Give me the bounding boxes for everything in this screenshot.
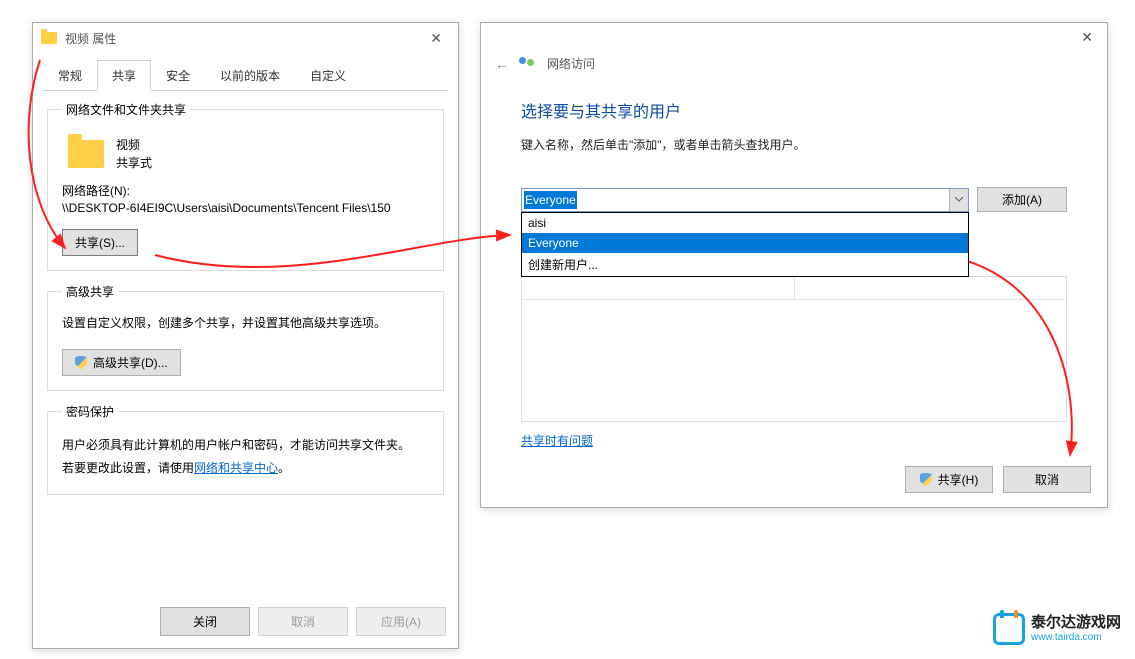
users-icon — [519, 57, 537, 71]
group-password-protection: 密码保护 用户必须具有此计算机的用户帐户和密码，才能访问共享文件夹。 若要更改此… — [47, 403, 444, 495]
back-arrow-icon[interactable]: ← — [495, 56, 509, 72]
group-legend: 密码保护 — [62, 403, 118, 420]
share-item-status: 共享式 — [116, 154, 152, 172]
user-combobox[interactable]: Everyone aisi Everyone 创建新用户... — [521, 188, 969, 212]
tab-general[interactable]: 常规 — [43, 60, 97, 91]
tab-security[interactable]: 安全 — [151, 60, 205, 91]
cancel-button[interactable]: 取消 — [258, 607, 348, 636]
pwd-line2-pre: 若要更改此设置，请使用 — [62, 461, 194, 475]
dropdown-item-aisi[interactable]: aisi — [522, 213, 968, 233]
dialog-cancel-button[interactable]: 取消 — [1003, 466, 1091, 493]
folder-icon — [41, 32, 57, 44]
advanced-share-button[interactable]: 高级共享(D)... — [62, 349, 181, 376]
dialog-share-button[interactable]: 共享(H) — [905, 466, 993, 493]
apply-button[interactable]: 应用(A) — [356, 607, 446, 636]
tab-bar: 常规 共享 安全 以前的版本 自定义 — [33, 53, 458, 90]
group-advanced-share: 高级共享 设置自定义权限，创建多个共享，并设置其他高级共享选项。 高级共享(D)… — [47, 283, 444, 391]
dropdown-item-create-user[interactable]: 创建新用户... — [522, 253, 968, 276]
share-item-name: 视频 — [116, 136, 152, 154]
user-dropdown: aisi Everyone 创建新用户... — [521, 212, 969, 277]
user-input-selection: Everyone — [524, 191, 577, 209]
watermark: 泰尔达游戏网 www.tairda.com — [993, 613, 1121, 645]
network-sharing-center-link[interactable]: 网络和共享中心 — [194, 461, 278, 475]
pwd-line2-post: 。 — [278, 461, 290, 475]
properties-window: 视频 属性 ✕ 常规 共享 安全 以前的版本 自定义 网络文件和文件夹共享 视频… — [32, 22, 459, 649]
folder-big-icon — [68, 140, 104, 168]
add-button[interactable]: 添加(A) — [977, 187, 1067, 212]
shield-icon — [920, 473, 932, 487]
group-legend: 高级共享 — [62, 283, 118, 300]
close-button[interactable]: 关闭 — [160, 607, 250, 636]
watermark-text-en: www.tairda.com — [1031, 632, 1121, 643]
help-link[interactable]: 共享时有问题 — [521, 432, 593, 449]
close-icon[interactable]: ✕ — [1073, 25, 1101, 50]
dropdown-item-everyone[interactable]: Everyone — [522, 233, 968, 253]
list-col-name[interactable] — [522, 277, 795, 299]
watermark-logo-icon — [993, 613, 1025, 645]
list-header — [522, 277, 1066, 300]
tab-custom[interactable]: 自定义 — [295, 60, 361, 91]
tab-previous-versions[interactable]: 以前的版本 — [205, 60, 295, 91]
user-input[interactable] — [521, 188, 969, 212]
chevron-down-icon[interactable] — [949, 189, 968, 211]
shield-icon — [75, 356, 87, 370]
dialog-titlebar[interactable]: ✕ — [481, 23, 1107, 51]
list-col-perm[interactable] — [795, 277, 1067, 299]
dialog-heading: 选择要与其共享的用户 — [521, 98, 1067, 122]
advanced-share-text: 设置自定义权限，创建多个共享，并设置其他高级共享选项。 — [62, 314, 429, 331]
netpath-value: \\DESKTOP-6I4EI9C\Users\aisi\Documents\T… — [62, 201, 429, 215]
tab-share[interactable]: 共享 — [97, 60, 151, 91]
network-access-dialog: ✕ ← 网络访问 选择要与其共享的用户 键入名称，然后单击"添加"，或者单击箭头… — [480, 22, 1108, 508]
watermark-text-cn: 泰尔达游戏网 — [1031, 615, 1121, 632]
share-button[interactable]: 共享(S)... — [62, 229, 138, 256]
dialog-title: 网络访问 — [547, 55, 595, 72]
group-network-share: 网络文件和文件夹共享 视频 共享式 网络路径(N): \\DESKTOP-6I4… — [47, 101, 444, 271]
netpath-label: 网络路径(N): — [62, 182, 429, 199]
group-legend: 网络文件和文件夹共享 — [62, 101, 190, 118]
titlebar[interactable]: 视频 属性 ✕ — [33, 23, 458, 53]
share-user-list[interactable] — [521, 276, 1067, 422]
close-icon[interactable]: ✕ — [422, 26, 450, 51]
dialog-subtext: 键入名称，然后单击"添加"，或者单击箭头查找用户。 — [521, 136, 1067, 153]
window-title: 视频 属性 — [65, 30, 414, 47]
pwd-line1: 用户必须具有此计算机的用户帐户和密码，才能访问共享文件夹。 — [62, 434, 429, 457]
